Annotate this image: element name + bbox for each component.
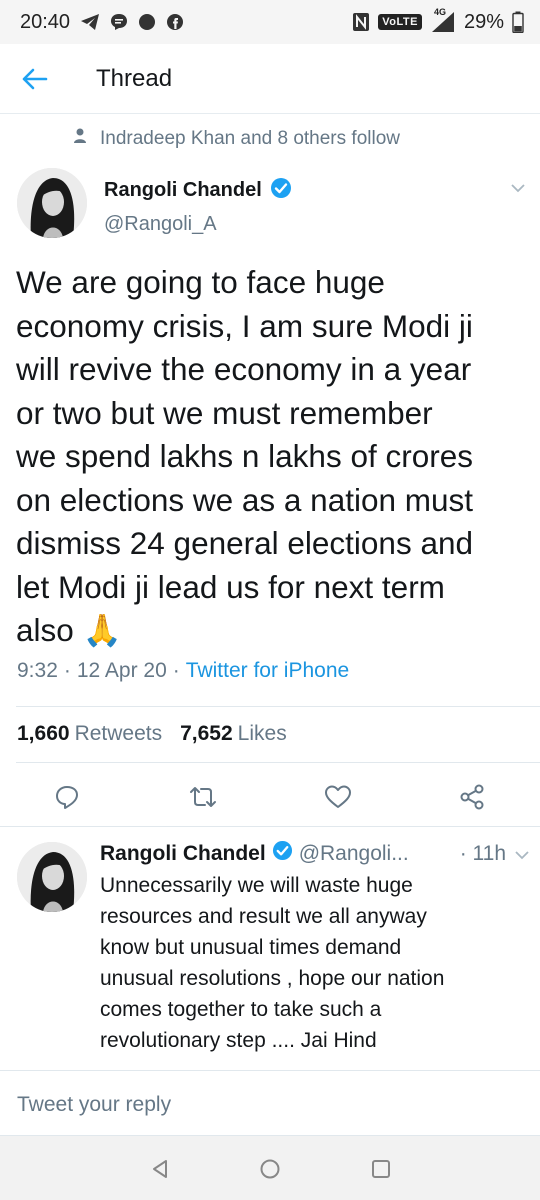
tweet-text: We are going to face huge economy crisis… bbox=[16, 264, 474, 648]
likes-stat[interactable]: 7,652 Likes bbox=[180, 722, 287, 746]
tweet-date: 12 Apr 20 bbox=[76, 659, 167, 682]
reply-author-handle[interactable]: @Rangoli... bbox=[299, 842, 409, 866]
meta-separator: · bbox=[172, 659, 180, 682]
signal-icon: 4G bbox=[430, 7, 456, 33]
battery-percent: 29% bbox=[463, 10, 504, 33]
status-time: 20:40 bbox=[20, 10, 71, 33]
retweets-label: Retweets bbox=[74, 722, 163, 745]
heart-icon[interactable] bbox=[323, 782, 353, 812]
volte-badge: VoLTE bbox=[378, 14, 422, 30]
avatar[interactable] bbox=[17, 842, 87, 912]
battery-icon bbox=[512, 11, 524, 33]
tweet-actions bbox=[0, 770, 540, 824]
divider bbox=[16, 706, 540, 707]
likes-label: Likes bbox=[237, 722, 287, 745]
tweet-meta: 9:32 · 12 Apr 20 · Twitter for iPhone bbox=[17, 659, 349, 683]
reply-icon[interactable] bbox=[52, 782, 82, 812]
divider bbox=[16, 762, 540, 763]
meta-separator: · bbox=[63, 659, 71, 682]
retweets-count: 1,660 bbox=[17, 722, 70, 745]
facebook-icon bbox=[166, 13, 184, 31]
home-circle-icon[interactable] bbox=[257, 1156, 283, 1182]
likes-count: 7,652 bbox=[180, 722, 233, 745]
reply-header: Rangoli Chandel @Rangoli... · 11h bbox=[100, 840, 530, 867]
app-header: Thread bbox=[0, 44, 540, 114]
chevron-down-icon[interactable] bbox=[510, 180, 526, 198]
page-title: Thread bbox=[96, 64, 173, 92]
social-context[interactable]: Indradeep Khan and 8 others follow bbox=[74, 128, 400, 150]
message-icon bbox=[110, 13, 128, 31]
divider bbox=[0, 826, 540, 827]
avatar[interactable] bbox=[17, 168, 87, 238]
reply-text: Unnecessarily we will waste huge resourc… bbox=[100, 874, 445, 1052]
author-name-row[interactable]: Rangoli Chandel bbox=[104, 177, 292, 204]
author-handle[interactable]: @Rangoli_A bbox=[104, 213, 217, 236]
back-triangle-icon[interactable] bbox=[147, 1156, 173, 1182]
verified-badge-icon bbox=[272, 840, 293, 867]
person-icon bbox=[74, 128, 86, 150]
share-icon[interactable] bbox=[457, 782, 487, 812]
system-nav-bar bbox=[0, 1136, 540, 1200]
reply-time: · 11h bbox=[459, 841, 506, 865]
notification-dot-icon bbox=[138, 13, 156, 31]
status-bar: 20:40 VoLTE 4G 29% bbox=[0, 0, 540, 44]
social-context-text: Indradeep Khan and 8 others follow bbox=[100, 128, 400, 149]
divider bbox=[0, 1070, 540, 1071]
back-arrow-icon[interactable] bbox=[0, 44, 70, 114]
reply-author-name[interactable]: Rangoli Chandel bbox=[100, 842, 266, 866]
verified-badge-icon bbox=[270, 177, 292, 204]
author-name: Rangoli Chandel bbox=[104, 179, 262, 201]
retweet-icon[interactable] bbox=[188, 782, 218, 812]
engagement-counts: 1,660 Retweets 7,652 Likes bbox=[17, 722, 287, 746]
tweet-source-link[interactable]: Twitter for iPhone bbox=[186, 659, 349, 683]
network-type-label: 4G bbox=[433, 7, 446, 17]
recents-square-icon[interactable] bbox=[368, 1156, 394, 1182]
telegram-icon bbox=[80, 13, 100, 31]
chevron-down-icon[interactable] bbox=[514, 842, 530, 866]
nfc-icon bbox=[352, 12, 370, 32]
retweets-stat[interactable]: 1,660 Retweets bbox=[17, 722, 162, 746]
reply-composer-input[interactable]: Tweet your reply bbox=[0, 1076, 540, 1134]
tweet-time: 9:32 bbox=[17, 659, 58, 682]
